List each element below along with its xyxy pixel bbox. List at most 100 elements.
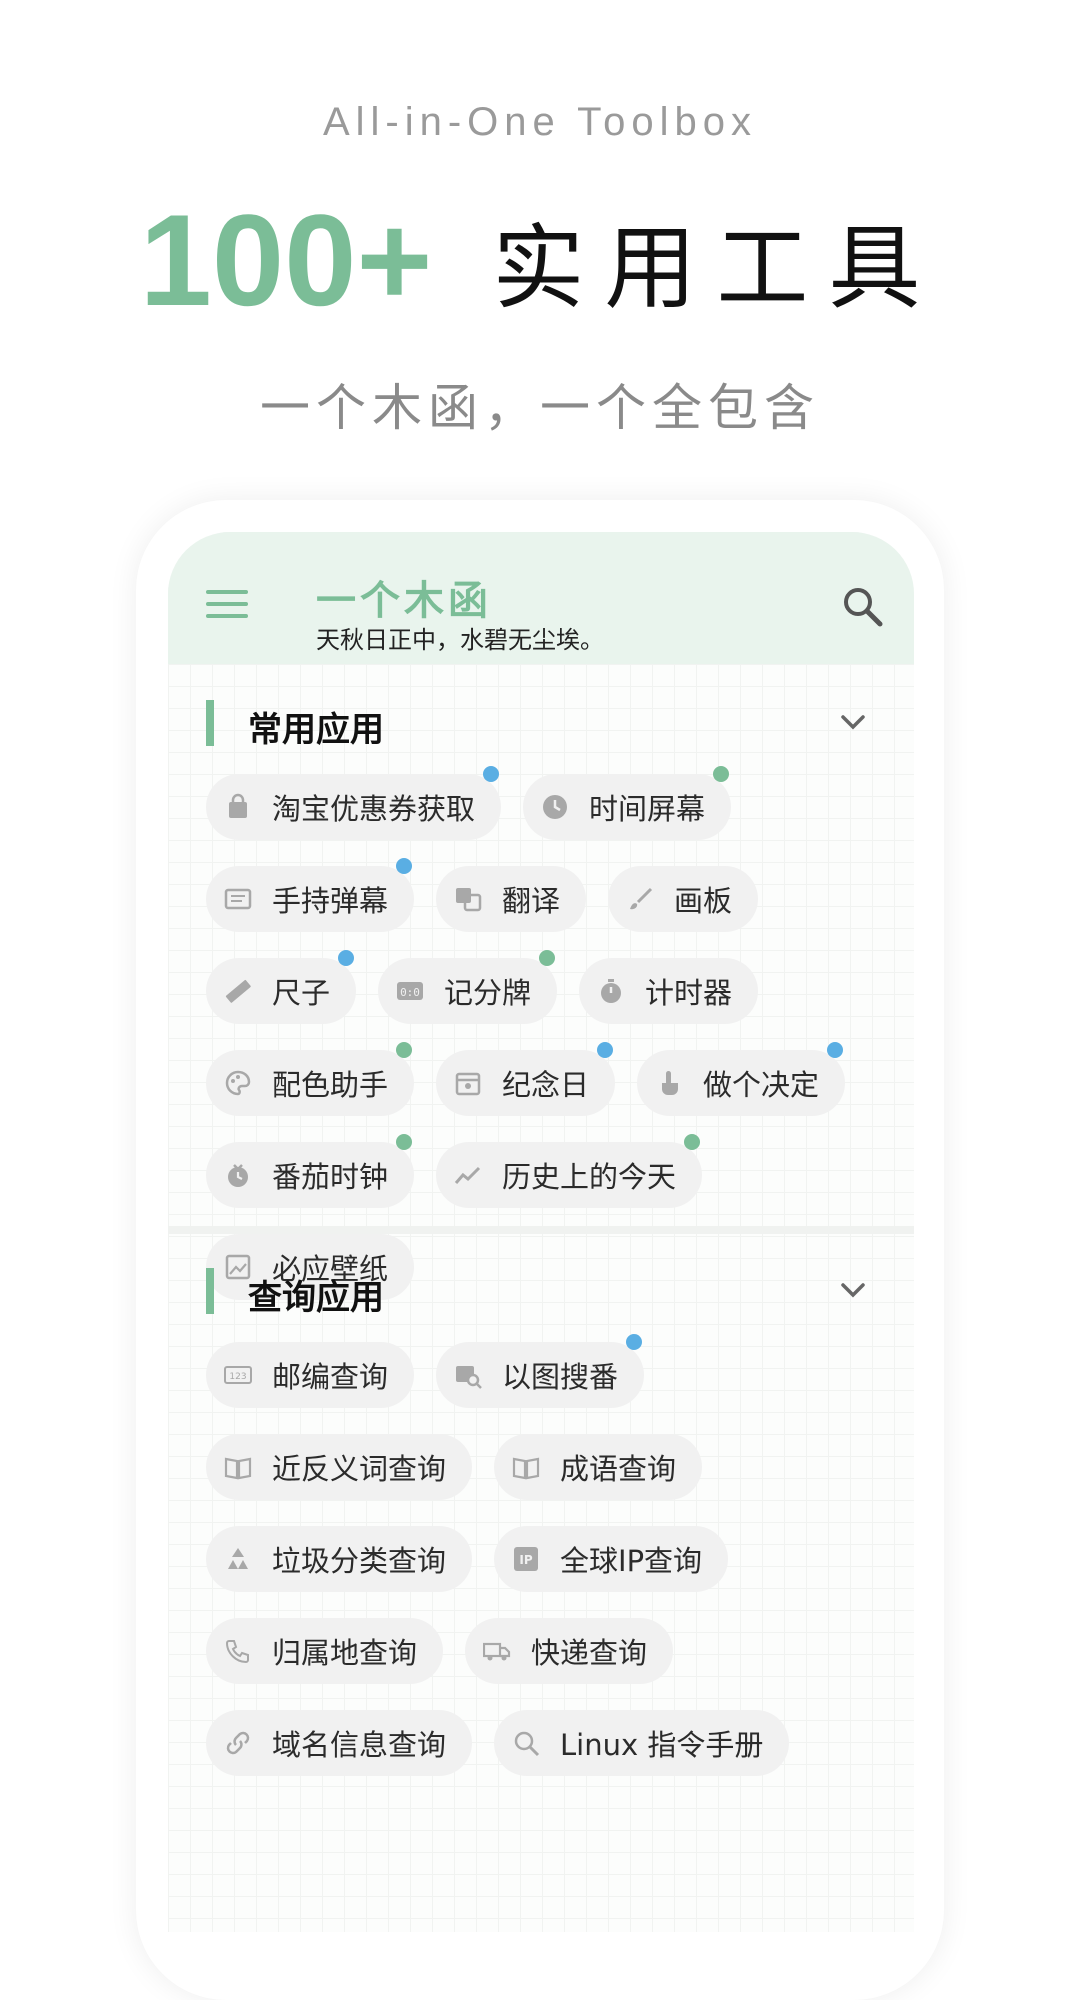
svg-text:0:0: 0:0 [400,986,420,999]
chip-row: 归属地查询 快递查询 [206,1618,884,1710]
tool-chip-label: Linux 指令手册 [560,1728,764,1762]
chip-row: 垃圾分类查询 IP 全球IP查询 [206,1526,884,1618]
postcode-icon: 123 [224,1366,252,1384]
app-screen: 一个木函 天秋日正中，水碧无尘埃。 常用应用淘宝优惠券获取 时间屏幕手持弹幕 翻译 画… [168,532,914,1932]
tool-chip[interactable]: 垃圾分类查询 [206,1526,473,1592]
section-header[interactable]: 常用应用 [168,664,914,774]
chip-row: 手持弹幕 翻译 画板 [206,858,884,958]
marquee-icon [224,888,252,910]
section-accent-bar [206,700,214,746]
tool-chip-label: 尺子 [272,976,331,1010]
app-subtitle: 天秋日正中，水碧无尘埃。 [316,626,604,654]
timer-icon [601,979,622,1003]
search-icon [514,1731,540,1757]
tool-chip[interactable]: 近反义词查询 [206,1434,473,1500]
tool-chip-label: 番茄时钟 [272,1160,389,1194]
section-title: 查询应用 [248,1278,384,1318]
clock-icon [543,795,568,819]
tool-chip[interactable]: 番茄时钟 [206,1134,415,1208]
tool-chip[interactable]: 历史上的今天 [436,1134,703,1208]
tool-chip-label: 配色助手 [272,1068,389,1102]
link-icon [226,1731,250,1755]
trend-icon [454,1166,481,1184]
tool-chip[interactable]: 纪念日 [436,1042,616,1116]
tool-chip-label: 垃圾分类查询 [272,1544,447,1578]
tool-chip[interactable]: 画板 [608,866,759,932]
tool-chip-label: 纪念日 [502,1068,590,1102]
tool-chip[interactable]: 手持弹幕 [206,858,415,932]
brush-icon [630,887,653,910]
tool-chip[interactable]: IP 全球IP查询 [494,1526,729,1592]
tool-chip[interactable]: Linux 指令手册 [494,1710,790,1776]
new-badge-dot [539,950,556,966]
search-icon[interactable] [840,584,884,628]
new-badge-dot [396,1042,413,1058]
tool-chip[interactable]: 配色助手 [206,1042,415,1116]
app-bar: 一个木函 天秋日正中，水碧无尘埃。 [168,532,914,664]
chip-row: 123 邮编查询 以图搜番 [206,1334,884,1434]
new-badge-dot [338,950,355,966]
tool-chip[interactable]: 做个决定 [637,1042,846,1116]
phone-icon [225,1640,249,1664]
tool-chip-label: 做个决定 [703,1068,820,1102]
tool-chip-label: 淘宝优惠券获取 [272,792,476,826]
app-section: 查询应用 123 邮编查询 以图搜番近反义词查询 成语查询垃圾分类查询 IP 全球IP查询归… [168,1232,914,1802]
tool-chip-label: 邮编查询 [272,1360,389,1394]
tool-chip[interactable]: 以图搜番 [436,1334,645,1408]
image-search-icon [456,1366,482,1389]
new-badge-dot [597,1042,614,1058]
chip-row: 域名信息查询 Linux 指令手册 [206,1710,884,1802]
tap-icon [662,1071,679,1095]
tool-chip[interactable]: 域名信息查询 [206,1710,473,1776]
chip-row: 番茄时钟 历史上的今天 [206,1134,884,1234]
ip-icon: IP [514,1547,539,1571]
tool-chip[interactable]: 淘宝优惠券获取 [206,766,502,840]
tool-chip-label: 记分牌 [444,976,532,1010]
menu-icon[interactable] [206,590,248,620]
tool-chip-label: 翻译 [502,884,561,918]
svg-text:123: 123 [229,1372,246,1382]
tool-chip-label: 全球IP查询 [560,1544,703,1578]
new-badge-dot [483,766,500,782]
new-badge-dot [684,1134,701,1150]
section-header[interactable]: 查询应用 [168,1232,914,1342]
new-badge-dot [827,1042,844,1058]
svg-text:IP: IP [519,1553,532,1567]
ruler-icon [225,979,251,1003]
tool-chip[interactable]: 时间屏幕 [523,766,732,840]
app-title: 一个木函 [316,578,492,624]
book-icon [512,1457,540,1480]
tool-chip[interactable]: 计时器 [579,958,759,1024]
translate-icon [456,888,482,912]
section-accent-bar [206,1268,214,1314]
tool-chip-label: 画板 [674,884,733,918]
tool-chip[interactable]: 快递查询 [465,1618,674,1684]
new-badge-dot [396,1134,413,1150]
tool-count: 100+ [139,187,433,333]
tool-chip-label: 以图搜番 [502,1360,619,1394]
scoreboard-icon: 0:0 [397,982,424,1000]
tool-chip-label: 域名信息查询 [272,1728,447,1762]
chevron-down-icon[interactable] [838,1280,868,1300]
tool-chip[interactable]: 0:0 记分牌 [378,950,558,1024]
tool-chip[interactable]: 成语查询 [494,1434,703,1500]
calendar-icon [455,1072,481,1096]
chip-row: 配色助手 纪念日 做个决定 [206,1042,884,1142]
tool-chip[interactable]: 归属地查询 [206,1618,444,1684]
chip-row: 尺子 0:0 记分牌 计时器 [206,950,884,1050]
section-title: 常用应用 [248,710,384,750]
tool-chip[interactable]: 123 邮编查询 [206,1342,415,1408]
book-icon [224,1457,252,1480]
tagline-chinese: 一个木函，一个全包含 [260,379,820,437]
palette-icon [225,1070,251,1096]
new-badge-dot [713,766,730,782]
tool-chip[interactable]: 翻译 [436,866,587,932]
pomodoro-icon [228,1164,248,1187]
section-divider [168,1226,914,1234]
chip-row: 淘宝优惠券获取 时间屏幕 [206,766,884,866]
tool-chip[interactable]: 尺子 [206,950,357,1024]
tool-chip-label: 时间屏幕 [589,792,706,826]
tool-chip-label: 历史上的今天 [502,1160,677,1194]
truck-icon [483,1642,511,1661]
chevron-down-icon[interactable] [838,712,868,732]
